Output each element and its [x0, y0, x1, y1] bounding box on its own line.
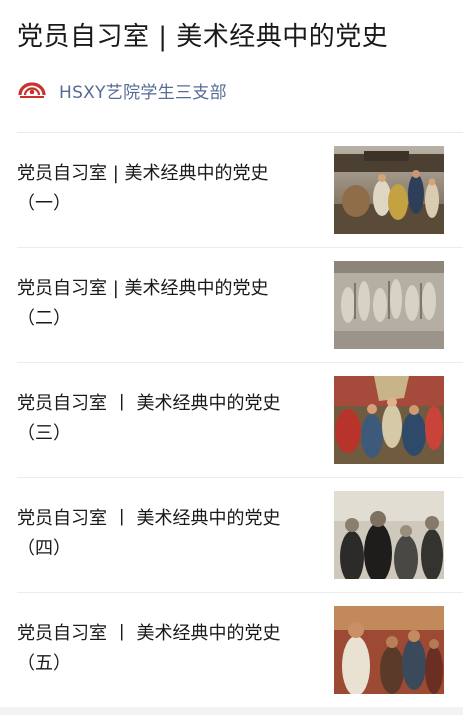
- painting-rally-thumbnail: [334, 376, 444, 464]
- stone-relief-thumbnail: [334, 261, 444, 349]
- article-item[interactable]: 党员自习室 | 美术经典中的党史 （二）: [17, 247, 463, 362]
- painting-crowd-thumbnail: [334, 146, 444, 234]
- article-item[interactable]: 党员自习室 丨 美术经典中的党史 （四）: [17, 477, 463, 592]
- bottom-bar: [0, 707, 463, 715]
- article-title: 党员自习室 丨 美术经典中的党史 （四）: [17, 508, 281, 559]
- article-item[interactable]: 党员自习室 | 美术经典中的党史 （一）: [17, 132, 463, 247]
- portrait-group-thumbnail: [334, 491, 444, 579]
- article-title: 党员自习室 丨 美术经典中的党史 （五）: [17, 623, 281, 674]
- page-title: 党员自习室 | 美术经典中的党史: [17, 22, 389, 52]
- article-title: 党员自习室 丨 美术经典中的党史 （三）: [17, 393, 281, 444]
- painting-figures-thumbnail: [334, 606, 444, 694]
- account-link[interactable]: HSXY艺院学生三支部: [17, 76, 227, 104]
- article-list: 党员自习室 | 美术经典中的党史 （一） 党员自习室 | 美术经典中的党史 （二…: [17, 132, 463, 707]
- article-title: 党员自习室 | 美术经典中的党史 （一）: [17, 163, 269, 214]
- article-title: 党员自习室 | 美术经典中的党史 （二）: [17, 278, 269, 329]
- school-logo-icon: [18, 82, 46, 98]
- account-name: HSXY艺院学生三支部: [59, 82, 227, 103]
- article-item[interactable]: 党员自习室 丨 美术经典中的党史 （五）: [17, 592, 463, 707]
- article-item[interactable]: 党员自习室 丨 美术经典中的党史 （三）: [17, 362, 463, 477]
